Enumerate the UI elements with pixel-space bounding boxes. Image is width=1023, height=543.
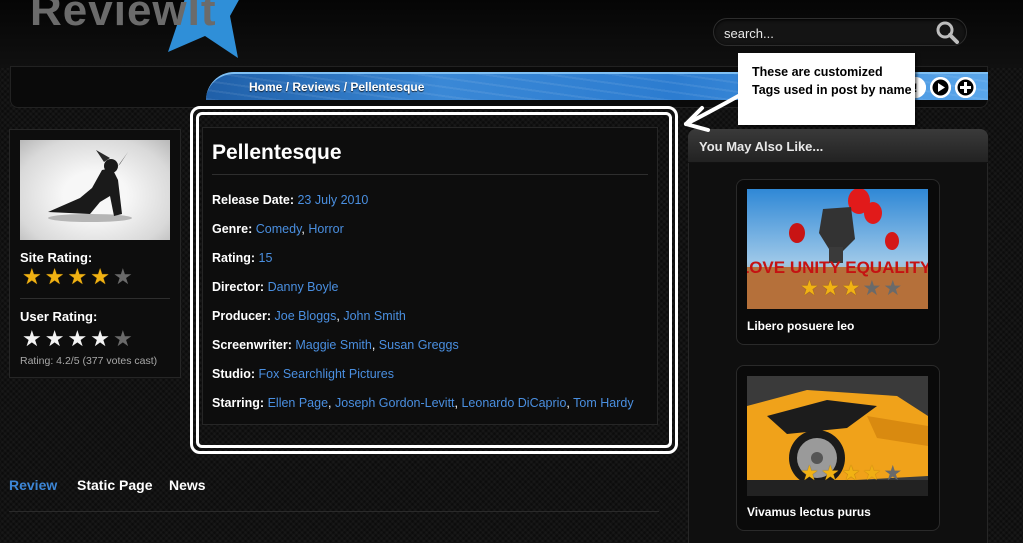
related-card-stars: ★ ★ ★ ★ ★ — [800, 278, 902, 299]
search-input[interactable] — [724, 24, 934, 42]
image-caption: LOVE UNITY EQUALITY — [747, 258, 928, 277]
star-icon: ★ — [44, 264, 65, 289]
star-icon: ★ — [883, 462, 903, 485]
divider — [20, 298, 170, 299]
meta-link[interactable]: John Smith — [343, 309, 406, 323]
star-icon: ★ — [841, 277, 861, 300]
site-rating-stars: ★ ★ ★ ★ ★ — [22, 266, 133, 288]
meta-key: Rating: — [212, 251, 256, 265]
meta-link[interactable]: 15 — [259, 251, 273, 265]
site-rating-label: Site Rating: — [20, 250, 93, 265]
search-icon[interactable] — [934, 20, 960, 44]
rating-summary: Rating: 4.2/5 (377 votes cast) — [20, 355, 158, 367]
meta-row-starring: Starring: Ellen Page, Joseph Gordon-Levi… — [212, 396, 634, 410]
divider — [212, 174, 648, 175]
plus-icon — [955, 77, 976, 98]
star-icon: ★ — [90, 264, 110, 289]
meta-link[interactable]: Tom Hardy — [573, 396, 633, 410]
nav-add-button[interactable] — [955, 77, 976, 98]
star-icon[interactable]: ★ — [113, 328, 133, 350]
meta-key: Studio: — [212, 367, 256, 381]
meta-link[interactable]: Horror — [308, 222, 343, 236]
meta-key: Screenwriter: — [212, 338, 292, 352]
star-icon: ★ — [820, 277, 840, 300]
star-icon[interactable]: ★ — [67, 328, 87, 350]
meta-key: Release Date: — [212, 193, 294, 207]
star-icon: ★ — [800, 462, 819, 485]
meta-link[interactable]: Maggie Smith — [295, 338, 371, 352]
breadcrumb[interactable]: Home / Reviews / Pellentesque — [249, 80, 424, 94]
meta-row-screenwriter: Screenwriter: Maggie Smith, Susan Greggs — [212, 338, 459, 352]
meta-key: Director: — [212, 280, 265, 294]
user-rating-stars[interactable]: ★ ★ ★ ★ ★ — [22, 328, 133, 350]
site-logo[interactable]: ReviewIt — [30, 0, 217, 36]
meta-row-genre: Genre: Comedy, Horror — [212, 222, 344, 236]
related-card-title[interactable]: Vivamus lectus purus — [747, 505, 871, 519]
meta-row-rating: Rating: 15 — [212, 251, 272, 265]
tab-review[interactable]: Review — [9, 477, 57, 493]
meta-row-release-date: Release Date: 23 July 2010 — [212, 193, 368, 207]
user-rating-label: User Rating: — [20, 309, 98, 324]
star-icon: ★ — [800, 277, 819, 300]
tab-news[interactable]: News — [169, 477, 206, 493]
meta-row-producer: Producer: Joe Bloggs, John Smith — [212, 309, 406, 323]
related-card-stars: ★ ★ ★ ★ ★ — [800, 463, 902, 484]
meta-link[interactable]: Danny Boyle — [268, 280, 339, 294]
meta-key: Genre: — [212, 222, 253, 236]
meta-key: Starring: — [212, 396, 265, 410]
meta-key: Producer: — [212, 309, 272, 323]
search-box[interactable] — [713, 18, 967, 46]
star-icon[interactable]: ★ — [45, 328, 65, 350]
person-sitting-image — [48, 150, 132, 222]
star-icon: ★ — [862, 462, 882, 485]
related-card-title[interactable]: Libero posuere leo — [747, 319, 854, 333]
meta-link[interactable]: Comedy — [256, 222, 302, 236]
play-icon — [930, 77, 951, 98]
annotation-text: These are customized Tags used in post b… — [752, 65, 912, 97]
star-icon: ★ — [862, 277, 882, 300]
post-title: Pellentesque — [212, 141, 342, 164]
star-icon: ★ — [112, 264, 133, 289]
star-icon: ★ — [883, 277, 903, 300]
meta-link[interactable]: Joe Bloggs — [275, 309, 337, 323]
star-icon: ★ — [67, 264, 88, 289]
star-icon: ★ — [22, 264, 42, 289]
meta-row-studio: Studio: Fox Searchlight Pictures — [212, 367, 394, 381]
meta-link[interactable]: 23 July 2010 — [297, 193, 368, 207]
tab-static-page[interactable]: Static Page — [77, 477, 152, 493]
meta-row-director: Director: Danny Boyle — [212, 280, 338, 294]
meta-link[interactable]: Susan Greggs — [379, 338, 459, 352]
star-icon[interactable]: ★ — [22, 328, 42, 350]
tabs-divider — [9, 511, 659, 512]
meta-link[interactable]: Fox Searchlight Pictures — [259, 367, 394, 381]
star-icon[interactable]: ★ — [90, 328, 110, 350]
meta-link[interactable]: Ellen Page — [268, 396, 328, 410]
post-thumbnail — [20, 140, 170, 240]
nav-play-button[interactable] — [930, 77, 951, 98]
meta-link[interactable]: Leonardo DiCaprio — [461, 396, 566, 410]
star-icon: ★ — [820, 462, 840, 485]
related-posts-title: You May Also Like... — [699, 139, 824, 154]
annotation-arrow-icon — [684, 92, 744, 132]
meta-link[interactable]: Joseph Gordon-Levitt — [335, 396, 455, 410]
star-icon: ★ — [841, 462, 861, 485]
